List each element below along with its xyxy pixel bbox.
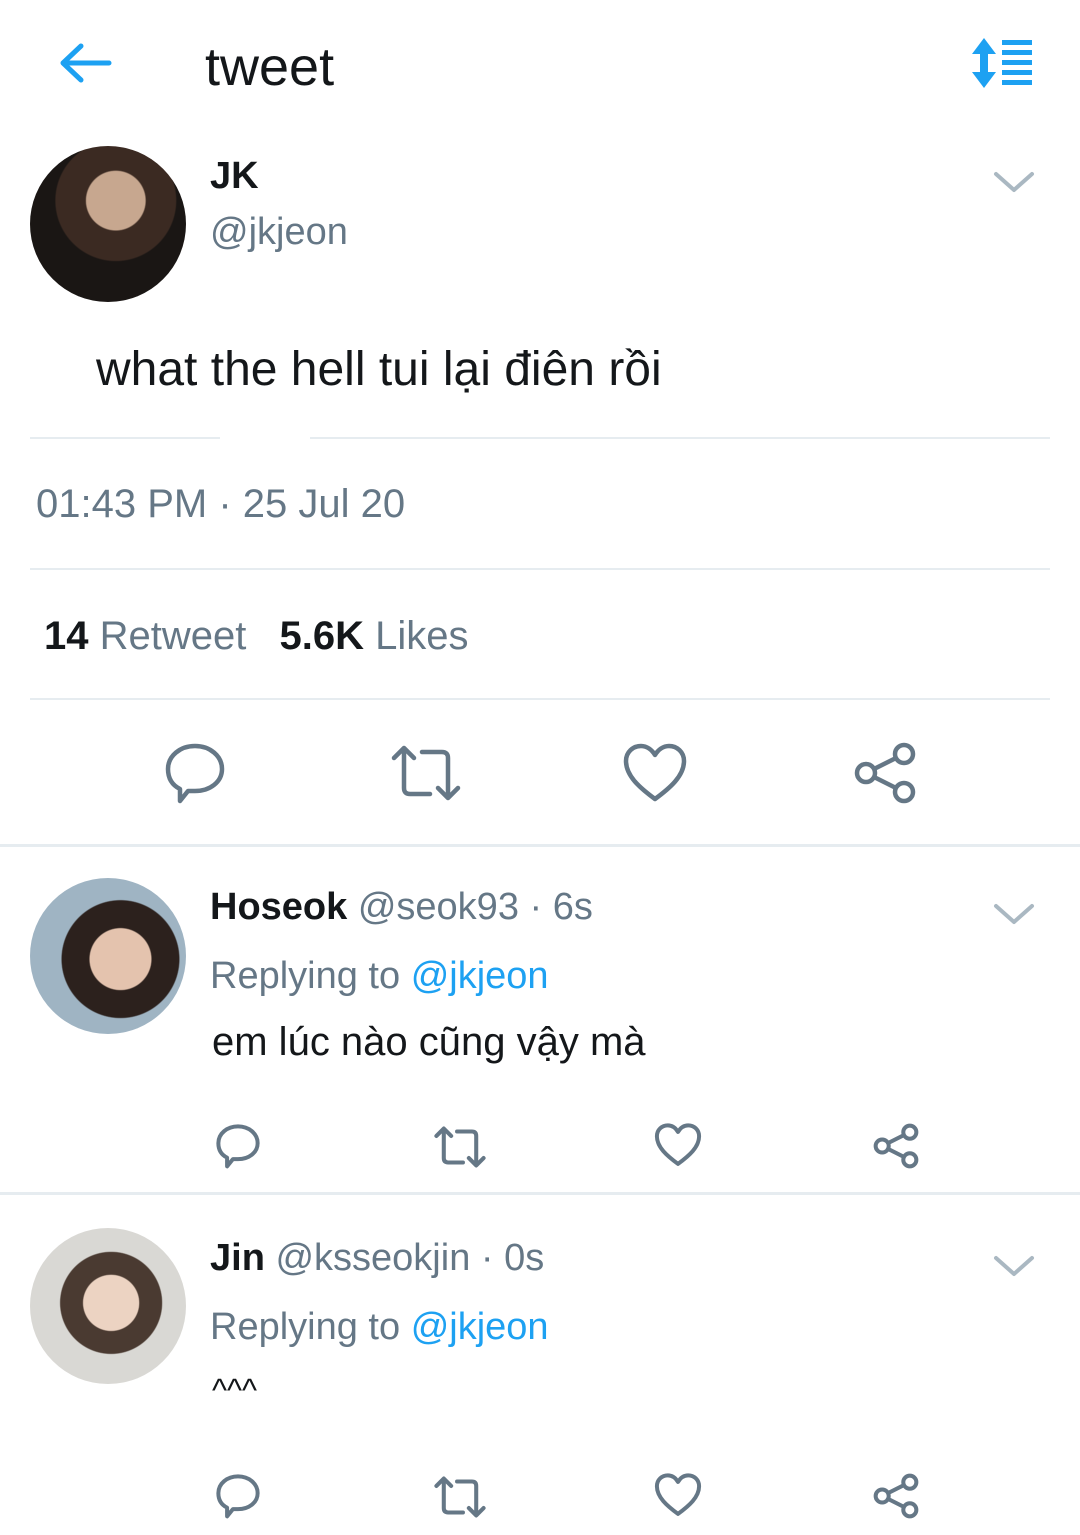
tweet-stats: 14 Retweet 5.6K Likes <box>44 614 469 659</box>
top-bar: tweet <box>0 0 1080 130</box>
reply-header: Jin @ksseokjin · 0s <box>210 1237 544 1280</box>
tweet-detail-page: tweet JK @jkjeon what the hell tui lại đ… <box>0 0 1080 1535</box>
like-label[interactable]: Likes <box>375 614 468 658</box>
replying-prefix: Replying to <box>210 1306 401 1348</box>
reply-author-name[interactable]: Jin <box>210 1237 265 1279</box>
mention-link[interactable]: @jkjeon <box>411 1306 549 1348</box>
divider <box>0 844 1080 847</box>
replying-prefix: Replying to <box>210 955 401 997</box>
reply-text: em lúc nào cũng vậy mà <box>212 1020 646 1064</box>
author-name[interactable]: JK <box>210 155 259 198</box>
author-handle[interactable]: @jkjeon <box>210 211 348 254</box>
retweet-icon[interactable] <box>388 742 464 804</box>
reply-header: Hoseok @seok93 · 6s <box>210 886 593 929</box>
retweet-label[interactable]: Retweet <box>100 614 247 658</box>
share-icon[interactable] <box>852 740 918 806</box>
mention-link[interactable]: @jkjeon <box>411 955 549 997</box>
reply-icon[interactable] <box>214 1122 262 1170</box>
divider <box>310 437 1050 439</box>
replying-to: Replying to @jkjeon <box>210 1306 549 1349</box>
chevron-down-icon[interactable] <box>992 1252 1036 1280</box>
retweet-count: 14 <box>44 614 89 658</box>
like-icon[interactable] <box>654 1122 702 1168</box>
divider <box>30 698 1050 700</box>
divider <box>0 1192 1080 1195</box>
tweet-timestamp: 01:43 PM · 25 Jul 20 <box>36 482 406 526</box>
avatar[interactable] <box>30 1228 186 1384</box>
back-button[interactable] <box>55 38 115 88</box>
chevron-down-icon[interactable] <box>992 168 1036 196</box>
reply-handle-time: @seok93 · 6s <box>357 886 593 928</box>
retweet-icon[interactable] <box>432 1124 488 1170</box>
like-count: 5.6K <box>279 614 365 658</box>
sort-list-icon <box>972 38 1032 88</box>
retweet-icon[interactable] <box>432 1474 488 1520</box>
divider <box>30 568 1050 570</box>
reply-text: ^^^ <box>212 1372 258 1408</box>
avatar[interactable] <box>30 146 186 302</box>
like-icon[interactable] <box>654 1472 702 1518</box>
page-title: tweet <box>205 37 335 97</box>
reply-author-name[interactable]: Hoseok <box>210 886 347 928</box>
avatar[interactable] <box>30 878 186 1034</box>
reply-icon[interactable] <box>162 740 228 806</box>
tweet-text: what the hell tui lại điên rồi <box>96 343 662 396</box>
arrow-left-icon <box>60 43 112 83</box>
sort-button[interactable] <box>968 36 1036 90</box>
reply-handle-time: @ksseokjin · 0s <box>275 1237 545 1279</box>
chevron-down-icon[interactable] <box>992 900 1036 928</box>
reply-icon[interactable] <box>214 1472 262 1520</box>
share-icon[interactable] <box>872 1472 920 1520</box>
replying-to: Replying to @jkjeon <box>210 955 549 998</box>
divider <box>30 437 220 439</box>
like-icon[interactable] <box>622 742 688 804</box>
share-icon[interactable] <box>872 1122 920 1170</box>
